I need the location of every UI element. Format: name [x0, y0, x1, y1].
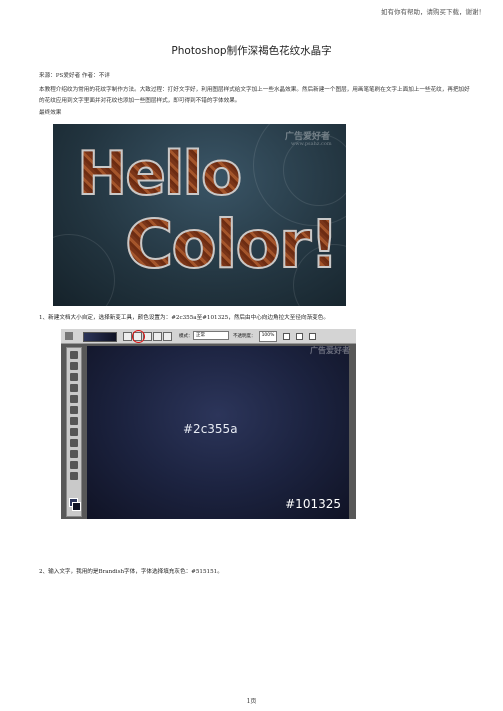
color-text: Color!: [124, 206, 340, 283]
tool-icon: [70, 428, 78, 436]
tool-icon: [70, 472, 78, 480]
diamond-gradient-button: [163, 332, 172, 341]
watermark: 广告爱好者: [310, 346, 350, 355]
opacity-value: 100%: [259, 331, 277, 342]
background-color-swatch: [72, 502, 81, 511]
gradient-type-buttons: [123, 332, 172, 341]
watermark-url: www.psahz.com: [291, 141, 332, 147]
mode-select: 正常: [193, 331, 229, 340]
tool-icon: [70, 351, 78, 359]
color2-label: #101325: [285, 497, 341, 511]
tool-icon: [70, 417, 78, 425]
tool-icon: [70, 395, 78, 403]
photoshop-screenshot: 模式： 正常 不透明度： 100% #2c355a #101325 广告爱好者: [61, 329, 356, 519]
step-2-text: 2、输入文字，我用的是Brandish字体，字体选择填充灰色：#515151。: [39, 569, 223, 575]
final-effect-label: 最终效果: [39, 110, 62, 116]
page-title: Photoshop制作深褐色花纹水晶字: [171, 45, 332, 57]
tool-icon: [70, 461, 78, 469]
options-bar: 模式： 正常 不透明度： 100%: [61, 329, 356, 344]
dither-checkbox: [296, 333, 303, 340]
tool-icon: [70, 450, 78, 458]
page-number: 1页: [246, 698, 257, 705]
toolbox: [66, 347, 82, 517]
source-line: 来源：PS爱好者 作者：不详: [39, 73, 110, 79]
option-checkboxes: [283, 333, 316, 340]
opacity-label: 不透明度：: [233, 334, 256, 339]
reverse-checkbox: [283, 333, 290, 340]
gradient-tool-icon: [65, 332, 73, 340]
gradient-preview: [83, 332, 117, 342]
ornament-swirl: [53, 234, 115, 306]
hello-text: Hello: [76, 139, 243, 209]
intro-paragraph: 本教程介绍纹为常用的花纹字制作方法。大致过程：打好文字好，利用图层样式给文字加上…: [39, 87, 470, 104]
tool-icon: [70, 373, 78, 381]
tool-icon: [70, 384, 78, 392]
tool-icon: [70, 406, 78, 414]
header-note: 如有你有帮助，请购买下载，谢谢！: [381, 8, 485, 16]
highlight-circle: [132, 330, 145, 343]
linear-gradient-button: [123, 332, 132, 341]
mode-label: 模式：: [179, 334, 193, 339]
tool-icon: [70, 439, 78, 447]
transparency-checkbox: [309, 333, 316, 340]
step-1-text: 1、新建文档大小自定，选择新变工具，颜色设置为：#2c355a至#101325，…: [39, 315, 329, 321]
color1-label: #2c355a: [183, 422, 238, 436]
tool-icon: [70, 362, 78, 370]
canvas: #2c355a #101325: [87, 346, 349, 519]
reflected-gradient-button: [153, 332, 162, 341]
final-effect-image: 广告爱好者 www.psahz.com Hello Color!: [53, 124, 346, 306]
